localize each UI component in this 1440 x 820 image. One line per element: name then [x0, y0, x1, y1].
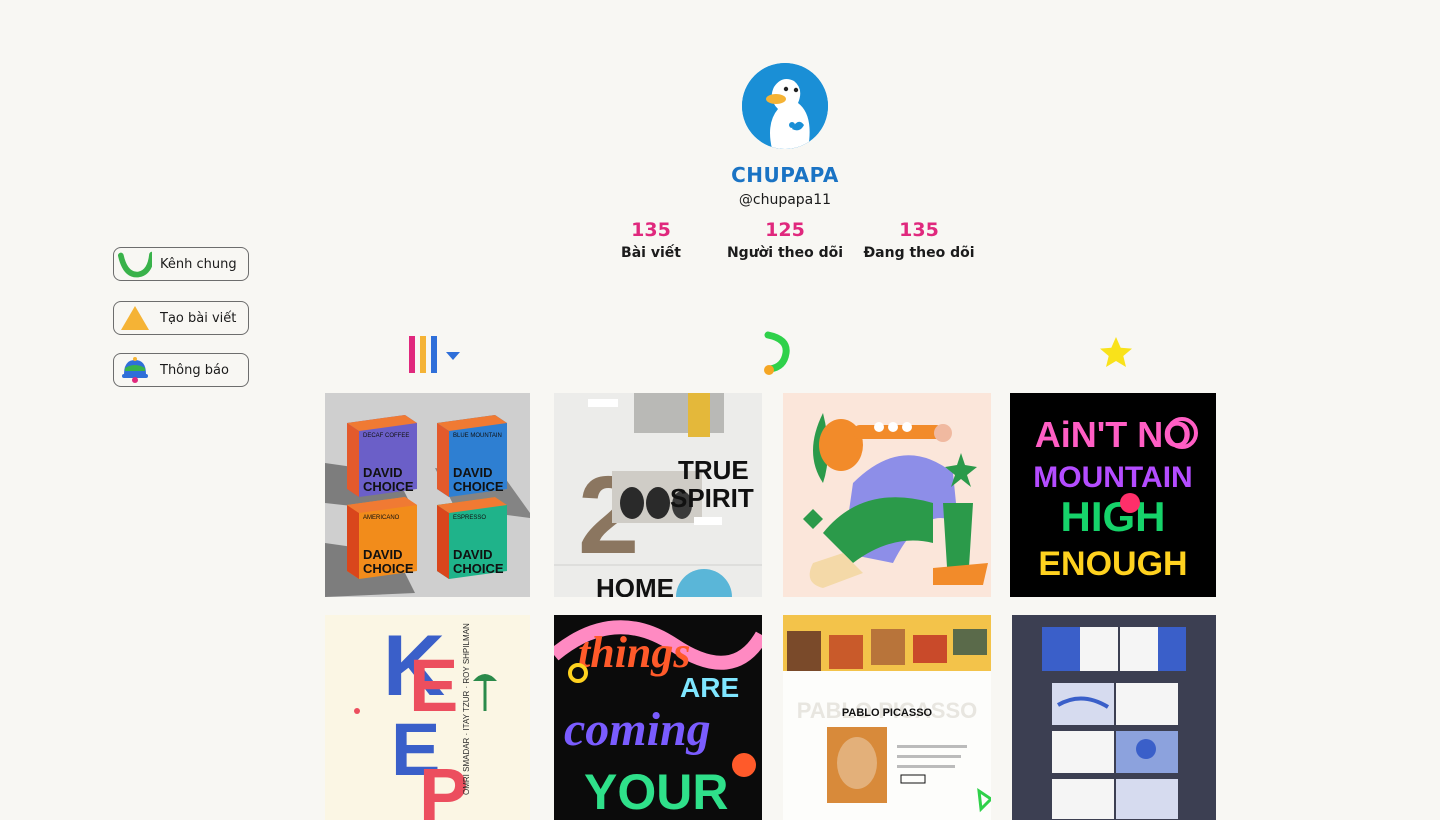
things-line: YOUR	[584, 764, 728, 820]
things-line: things	[578, 628, 691, 677]
channel-arc-icon	[118, 248, 152, 280]
post-tile[interactable]	[783, 393, 991, 597]
post-tile[interactable]: DECAF COFFEE DAVID CHOICE BLUE MOUNTAIN …	[325, 393, 530, 597]
box-label: AMERICANO	[363, 515, 400, 521]
tab-favorites[interactable]	[1097, 331, 1135, 371]
picasso-title: PABLO PICASSO	[842, 707, 933, 719]
profile-handle: @chupapa11	[738, 192, 832, 208]
box-brand: CHOICE	[453, 561, 504, 576]
keep-credits: OMRI SMADAR · ITAY TZUR · ROY SHPILMAN	[462, 623, 471, 795]
things-line: coming	[564, 703, 711, 756]
duck-avatar-icon	[742, 63, 828, 149]
box-brand: DAVID	[363, 547, 402, 562]
stat-label: Bài viết	[621, 245, 681, 261]
sidebar-item-label: Tạo bài viết	[160, 310, 237, 326]
post-tile[interactable]: 2 TRUE SPIRIT HOME	[554, 393, 762, 597]
sidebar-item-create-post[interactable]: Tạo bài viết	[113, 301, 249, 335]
stat-following[interactable]: 135 Đang theo dõi	[849, 219, 989, 261]
sidebar-item-label: Thông báo	[160, 362, 229, 378]
post-image-mountain: AiN'T NO MOUNTAIN HIGH ENOUGH	[1010, 393, 1216, 597]
spirit-title: TRUE	[678, 455, 749, 485]
post-image-trumpet	[783, 393, 991, 597]
post-tile[interactable]: K E E P OMRI SMADAR · ITAY TZUR · ROY SH…	[325, 615, 530, 820]
mountain-line: MOUNTAIN	[1033, 461, 1192, 494]
sidebar-item-notifications[interactable]: Thông báo	[113, 353, 249, 387]
stat-followers[interactable]: 125 Người theo dõi	[715, 219, 855, 261]
grid-bars-icon	[409, 336, 460, 373]
tab-posts-grid[interactable]	[408, 331, 464, 373]
stat-value: 135	[631, 219, 671, 241]
box-brand: DAVID	[453, 547, 492, 562]
profile-display-name: CHUPAPA	[731, 163, 839, 187]
post-tile[interactable]: things ARE coming YOUR	[554, 615, 762, 820]
avatar[interactable]	[742, 63, 828, 149]
create-triangle-icon	[118, 302, 152, 334]
post-tile[interactable]	[1012, 615, 1216, 820]
post-image-coffee: DECAF COFFEE DAVID CHOICE BLUE MOUNTAIN …	[325, 393, 530, 597]
box-label: DECAF COFFEE	[363, 433, 409, 439]
chevron-down-icon	[446, 352, 460, 360]
tab-activity[interactable]	[758, 331, 794, 377]
stat-value: 125	[765, 219, 805, 241]
post-tile[interactable]: PABLO PICASSO PABLO PICASSO	[783, 615, 991, 820]
post-tile[interactable]: AiN'T NO MOUNTAIN HIGH ENOUGH	[1010, 393, 1216, 597]
mountain-line: ENOUGH	[1038, 545, 1187, 583]
bell-icon	[118, 354, 152, 386]
box-label: BLUE MOUNTAIN	[453, 433, 502, 439]
box-brand: DAVID	[453, 465, 492, 480]
stat-value: 135	[899, 219, 939, 241]
post-image-true-spirit: 2 TRUE SPIRIT HOME	[554, 393, 762, 597]
post-image-things: things ARE coming YOUR	[554, 615, 762, 820]
stat-posts[interactable]: 135 Bài viết	[581, 219, 721, 261]
mountain-line: HIGH	[1061, 493, 1166, 540]
sidebar-item-label: Kênh chung	[160, 256, 237, 272]
sidebar-item-general-channel[interactable]: Kênh chung	[113, 247, 249, 281]
spirit-title: SPIRIT	[670, 483, 754, 513]
spirit-footer: HOME	[596, 573, 674, 597]
post-image-picasso: PABLO PICASSO PABLO PICASSO	[783, 615, 991, 820]
keep-letter: P	[419, 753, 468, 820]
post-image-keep: K E E P OMRI SMADAR · ITAY TZUR · ROY SH…	[325, 615, 530, 820]
post-image-book	[1012, 615, 1216, 820]
stat-label: Đang theo dõi	[863, 245, 975, 261]
box-brand: CHOICE	[363, 479, 414, 494]
activity-arc-icon	[764, 331, 790, 375]
box-label: ESPRESSO	[453, 515, 486, 521]
box-brand: DAVID	[363, 465, 402, 480]
things-line: ARE	[680, 672, 739, 703]
box-brand: CHOICE	[453, 479, 504, 494]
star-icon	[1100, 337, 1132, 367]
stat-label: Người theo dõi	[726, 245, 844, 261]
box-brand: CHOICE	[363, 561, 414, 576]
